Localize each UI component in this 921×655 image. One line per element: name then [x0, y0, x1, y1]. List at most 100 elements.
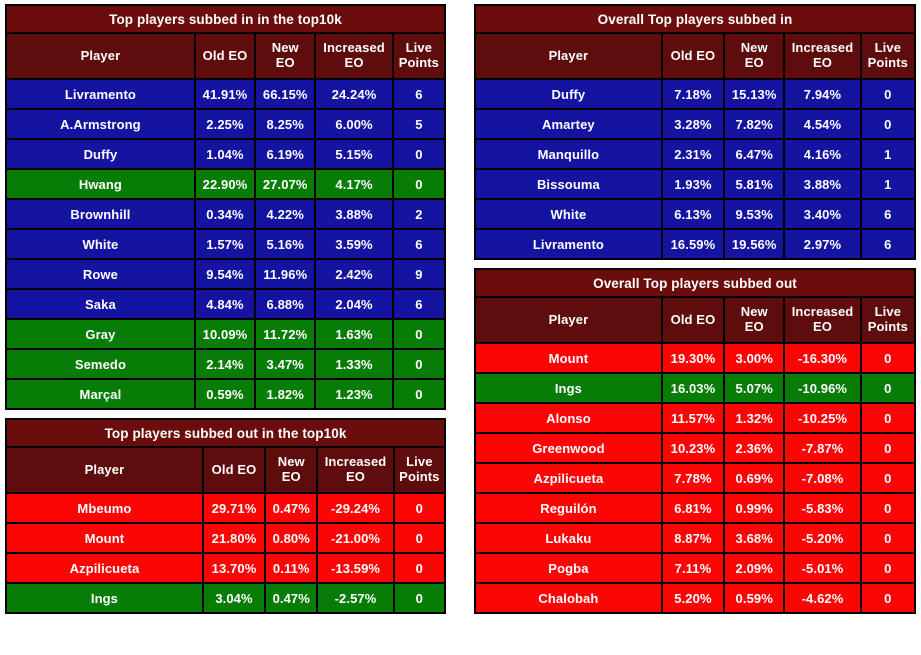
cell-old-eo: 2.14%	[193, 348, 257, 380]
cell-live-points: 0	[392, 522, 447, 554]
cell-player: Mount	[474, 342, 663, 374]
table-row: Azpilicueta 7.78% 0.69% -7.08% 0	[474, 462, 917, 494]
column-header-player: Player	[5, 446, 204, 494]
table-title-row: Overall Top players subbed in	[474, 4, 916, 34]
cell-old-eo: 8.87%	[660, 522, 726, 554]
header-line-2: EO	[744, 55, 764, 70]
cell-new-eo: 0.99%	[723, 492, 786, 524]
table-header-row: Player Old EO New EO Increased EO Live Poin…	[474, 296, 917, 344]
cell-live-points: 2	[391, 198, 447, 230]
column-header-live-points: Live Points	[391, 32, 447, 80]
cell-increased-eo: 4.16%	[783, 138, 862, 170]
cell-old-eo: 21.80%	[201, 522, 267, 554]
cell-live-points: 0	[859, 492, 917, 524]
cell-player: Hwang	[5, 168, 196, 200]
header-line-1: Live	[874, 40, 902, 56]
cell-new-eo: 27.07%	[254, 168, 317, 200]
cell-increased-eo: -7.87%	[783, 432, 862, 464]
cell-live-points: 6	[859, 228, 917, 260]
cell-old-eo: 6.13%	[660, 198, 726, 230]
column-header-player: Player	[474, 296, 663, 344]
header-line-2: Points	[398, 55, 440, 70]
table-title-row: Top players subbed in in the top10k	[5, 4, 446, 34]
cell-old-eo: 0.59%	[193, 378, 257, 410]
cell-new-eo: 3.00%	[723, 342, 786, 374]
cell-old-eo: 3.28%	[660, 108, 726, 140]
cell-player: Azpilicueta	[474, 462, 663, 494]
header-line-1: Increased	[791, 304, 854, 320]
cell-player: Marçal	[5, 378, 196, 410]
cell-increased-eo: 4.17%	[314, 168, 394, 200]
cell-player: Azpilicueta	[5, 552, 204, 584]
cell-new-eo: 0.47%	[264, 492, 319, 524]
cell-new-eo: 1.82%	[254, 378, 317, 410]
cell-old-eo: 41.91%	[193, 78, 257, 110]
cell-increased-eo: 3.88%	[783, 168, 862, 200]
cell-player: Chalobah	[474, 582, 663, 614]
cell-new-eo: 19.56%	[723, 228, 786, 260]
header-line-1: New	[740, 304, 768, 320]
header-line-2: EO	[346, 469, 366, 484]
header-line-1: New	[277, 454, 305, 470]
column-header-old-eo: Old EO	[660, 296, 726, 344]
cell-increased-eo: -7.08%	[783, 462, 862, 494]
cell-new-eo: 8.25%	[254, 108, 317, 140]
cell-old-eo: 16.59%	[660, 228, 726, 260]
cell-live-points: 0	[859, 108, 917, 140]
cell-increased-eo: 3.40%	[783, 198, 862, 230]
cell-player: White	[5, 228, 196, 260]
cell-new-eo: 11.72%	[254, 318, 317, 350]
cell-new-eo: 15.13%	[723, 78, 786, 110]
table-row: Semedo 2.14% 3.47% 1.33% 0	[5, 348, 447, 380]
cell-player: Duffy	[474, 78, 663, 110]
table-row: Reguilón 6.81% 0.99% -5.83% 0	[474, 492, 917, 524]
cell-new-eo: 0.11%	[264, 552, 319, 584]
table-row: Rowe 9.54% 11.96% 2.42% 9	[5, 258, 447, 290]
table-row: White 1.57% 5.16% 3.59% 6	[5, 228, 447, 260]
table-row: Livramento 16.59% 19.56% 2.97% 6	[474, 228, 917, 260]
cell-live-points: 0	[859, 552, 917, 584]
cell-player: Lukaku	[474, 522, 663, 554]
cell-increased-eo: 4.54%	[783, 108, 862, 140]
cell-increased-eo: -4.62%	[783, 582, 862, 614]
cell-live-points: 6	[859, 198, 917, 230]
table-row: Livramento 41.91% 66.15% 24.24% 6	[5, 78, 447, 110]
cell-increased-eo: 2.42%	[314, 258, 394, 290]
cell-new-eo: 7.82%	[723, 108, 786, 140]
column-header-live-points: Live Points	[392, 446, 447, 494]
table-header-row: Player Old EO New EO Increased EO Live Poin…	[5, 446, 447, 494]
header-line-2: Points	[399, 469, 440, 484]
cell-new-eo: 2.36%	[723, 432, 786, 464]
cell-new-eo: 0.80%	[264, 522, 319, 554]
column-header-live-points: Live Points	[859, 32, 917, 80]
cell-player: Mount	[5, 522, 204, 554]
cell-old-eo: 1.04%	[193, 138, 257, 170]
cell-new-eo: 1.32%	[723, 402, 786, 434]
table-row: Duffy 7.18% 15.13% 7.94% 0	[474, 78, 917, 110]
cell-increased-eo: -10.25%	[783, 402, 862, 434]
table-row: Bissouma 1.93% 5.81% 3.88% 1	[474, 168, 917, 200]
table-row: Mount 19.30% 3.00% -16.30% 0	[474, 342, 917, 374]
table-row: Alonso 11.57% 1.32% -10.25% 0	[474, 402, 917, 434]
cell-increased-eo: -5.01%	[783, 552, 862, 584]
cell-player: Gray	[5, 318, 196, 350]
table-header-row: Player Old EO New EO Increased EO Live Poin…	[5, 32, 447, 80]
cell-increased-eo: 5.15%	[314, 138, 394, 170]
header-line-2: Points	[867, 55, 908, 70]
cell-old-eo: 4.84%	[193, 288, 257, 320]
column-header-new-eo: New EO	[723, 32, 786, 80]
cell-player: Livramento	[474, 228, 663, 260]
cell-increased-eo: -10.96%	[783, 372, 862, 404]
cell-increased-eo: 1.33%	[314, 348, 394, 380]
column-header-player: Player	[5, 32, 196, 80]
table-body: Livramento 41.91% 66.15% 24.24% 6 A.Armstrong…	[5, 78, 447, 410]
column-header-increased-eo: Increased EO	[783, 296, 862, 344]
header-line-1: Increased	[791, 40, 854, 56]
cell-increased-eo: -16.30%	[783, 342, 862, 374]
header-line-2: EO	[275, 55, 295, 70]
cell-live-points: 0	[859, 402, 917, 434]
header-line-1: New	[271, 40, 299, 56]
column-header-old-eo: Old EO	[660, 32, 726, 80]
table-row: Ings 16.03% 5.07% -10.96% 0	[474, 372, 917, 404]
cell-live-points: 0	[859, 432, 917, 464]
